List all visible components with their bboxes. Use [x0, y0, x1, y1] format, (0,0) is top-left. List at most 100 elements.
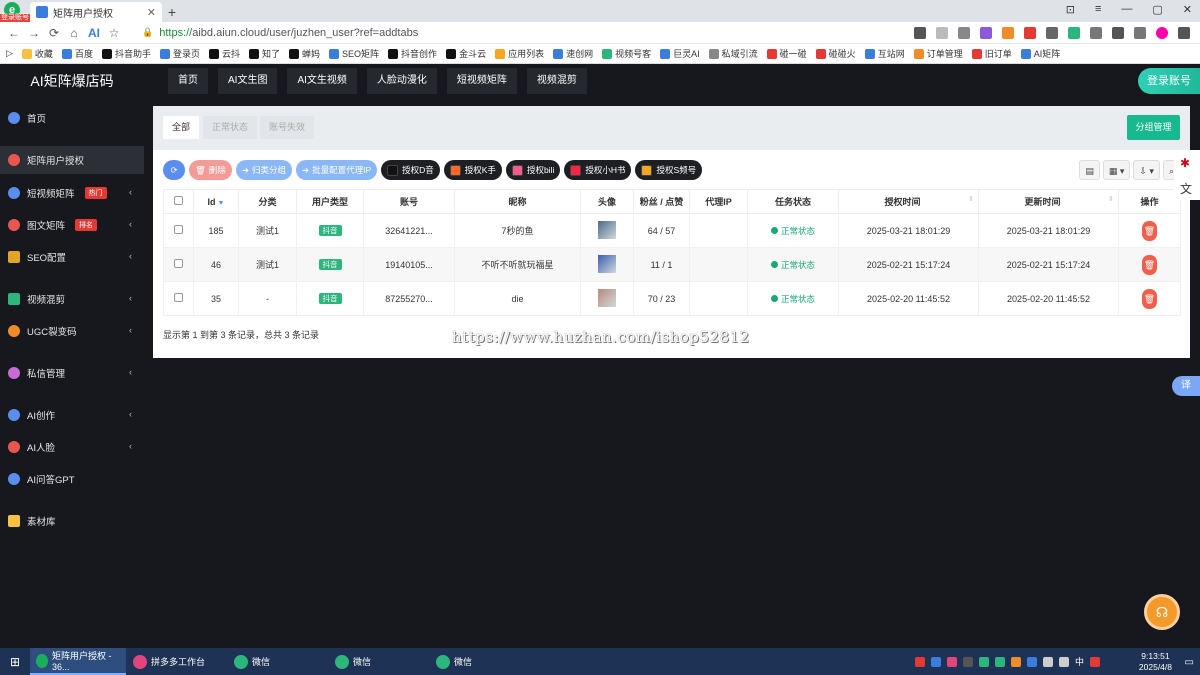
translate-button[interactable]: 译 — [1172, 376, 1200, 396]
row-checkbox[interactable] — [163, 247, 194, 282]
refresh-button[interactable]: ⟳ — [163, 160, 185, 180]
authorize-platform-button[interactable]: 授权S频号 — [635, 160, 703, 180]
clock[interactable]: 9:13:51 2025/4/8 — [1139, 651, 1172, 673]
bookmark-item[interactable]: 登录页 — [159, 47, 200, 60]
export-icon[interactable]: ⇩ ▾ — [1133, 160, 1160, 180]
bookmark-item[interactable]: 碰一碰 — [766, 47, 807, 60]
sidebar-toggle-icon[interactable]: ▷ — [6, 48, 13, 59]
reload-icon[interactable]: ⟳ — [46, 26, 62, 40]
tray-icon-7[interactable] — [1010, 656, 1021, 667]
sidebar-item[interactable]: AI人脸 ‹ — [0, 433, 144, 461]
ext-grid-icon[interactable] — [1046, 26, 1058, 39]
scissors-icon[interactable] — [958, 26, 970, 39]
login-button[interactable]: 登录账号 — [1138, 68, 1200, 94]
sogou-icon[interactable] — [1090, 656, 1100, 667]
col-id[interactable]: Id ▼ — [193, 189, 239, 214]
back-icon[interactable]: ← — [6, 26, 22, 40]
delete-row-button[interactable]: 🗑 — [1142, 220, 1157, 241]
download-icon[interactable] — [1112, 26, 1124, 39]
row-checkbox[interactable] — [163, 281, 194, 316]
more-icon[interactable] — [936, 26, 948, 39]
puzzle-icon[interactable] — [1090, 26, 1102, 39]
home-icon[interactable]: ⌂ — [66, 26, 82, 40]
bookmark-item[interactable]: 蝉妈 — [289, 47, 320, 60]
url-field[interactable]: 🔒 https:// aibd.aiun.cloud/user/juzhen_u… — [142, 27, 914, 39]
authorize-platform-button[interactable]: 授权K手 — [443, 160, 502, 180]
profile-icon[interactable] — [1156, 26, 1168, 39]
taskbar-app[interactable]: 矩阵用户授权 - 36... — [30, 648, 126, 675]
sidebar-item[interactable]: AI问答GPT — [0, 465, 144, 493]
bookmark-item[interactable]: 视频号客 — [602, 47, 651, 60]
top-nav-item[interactable]: AI文生视频 — [287, 68, 357, 94]
sidebar-item[interactable]: 视频混剪 ‹ — [0, 285, 144, 313]
avatar[interactable] — [598, 288, 616, 307]
bookmark-item[interactable]: 云抖 — [208, 47, 240, 60]
tray-icon-4[interactable] — [962, 656, 973, 667]
col-update-time[interactable]: 更新时间 ⇕ — [978, 189, 1119, 214]
bookmark-item[interactable]: 金斗云 — [446, 47, 486, 60]
grid-view-icon[interactable]: ▦ ▾ — [1102, 160, 1131, 180]
bookmark-item[interactable]: 百度 — [61, 47, 93, 60]
bookmark-item[interactable]: AI矩阵 — [1020, 47, 1060, 60]
network-icon[interactable] — [1042, 656, 1053, 667]
sidebar-item[interactable]: 素材库 — [0, 507, 144, 535]
minimize-icon[interactable]: — — [1121, 3, 1132, 16]
tray-icon-6[interactable] — [994, 656, 1005, 667]
notification-icon[interactable]: ▭ — [1185, 657, 1194, 668]
tray-icon-3[interactable] — [946, 656, 957, 667]
bluetooth-icon[interactable] — [1026, 656, 1037, 667]
wechat-tray-icon[interactable] — [978, 656, 989, 667]
new-tab-button[interactable]: + — [162, 2, 182, 22]
tab-normal[interactable]: 正常状态 — [203, 116, 258, 139]
sidebar-item[interactable]: UGC裂变码 ‹ — [0, 317, 144, 345]
tray-icon-2[interactable] — [930, 656, 941, 667]
bookmark-item[interactable]: 应用列表 — [495, 47, 544, 60]
classify-button[interactable]: ➜ 归类分组 — [235, 160, 292, 180]
bookmark-item[interactable]: 碰碰火 — [815, 47, 856, 60]
windows-start-icon[interactable]: ⊞ — [0, 655, 30, 669]
maximize-icon[interactable]: ▢ — [1152, 3, 1162, 16]
bookmark-item[interactable]: 收藏 — [21, 47, 53, 60]
lightning-icon[interactable] — [914, 26, 926, 39]
bookmark-item[interactable]: 私域引流 — [708, 47, 758, 60]
ext-orange-icon[interactable] — [1002, 26, 1014, 39]
browser-tab-active[interactable]: 矩阵用户授权 ✕ — [30, 2, 162, 22]
proxy-button[interactable]: ➜ 批量配置代理IP — [295, 160, 378, 180]
columns-toggle-icon[interactable]: ▤ — [1079, 160, 1100, 180]
col-auth-time[interactable]: 授权时间 ⇕ — [838, 189, 979, 214]
top-nav-item[interactable]: 人脸动漫化 — [366, 68, 437, 94]
top-nav-item[interactable]: AI文生图 — [218, 68, 278, 94]
top-nav-item[interactable]: 首页 — [168, 68, 208, 94]
forward-icon[interactable]: → — [26, 26, 42, 40]
delete-button[interactable]: 🗑 删除 — [189, 160, 232, 180]
volume-icon[interactable] — [1058, 656, 1069, 667]
tab-all[interactable]: 全部 — [163, 116, 200, 139]
ext-purple-icon[interactable] — [980, 26, 992, 39]
bookmark-item[interactable]: 抖音助手 — [101, 47, 151, 60]
close-window-icon[interactable]: ✕ — [1183, 3, 1192, 16]
tab-close-icon[interactable]: ✕ — [147, 6, 156, 19]
select-all-checkbox[interactable] — [163, 189, 194, 214]
customer-support-icon[interactable]: ☊ — [1144, 594, 1180, 630]
bookmark-item[interactable]: 订单管理 — [913, 47, 963, 60]
share-icon[interactable]: ✱ — [1180, 156, 1190, 170]
input-lang[interactable]: 中 — [1075, 655, 1084, 668]
bookmark-item[interactable]: 互站网 — [864, 47, 905, 60]
sidebar-item[interactable]: 矩阵用户授权 — [0, 146, 144, 174]
taskbar-app[interactable]: 微信 — [228, 648, 328, 675]
sidebar-item[interactable]: SEO配置 ‹ — [0, 243, 144, 271]
bookmark-item[interactable]: 巨灵AI — [660, 47, 700, 60]
sidebar-item[interactable]: AI创作 ‹ — [0, 401, 144, 429]
ai-icon[interactable]: AI — [86, 26, 102, 40]
table-row[interactable]: 35- 抖音 87255270... die 70 / 23 正常状态 2025-02-20… — [163, 281, 1181, 316]
menu-icon[interactable]: ≡ — [1095, 3, 1101, 16]
sidebar-item[interactable]: 首页 — [0, 104, 144, 132]
tab-invalid[interactable]: 账号失效 — [260, 116, 315, 139]
undo-icon[interactable] — [1134, 26, 1146, 39]
bookmark-item[interactable]: 知了 — [249, 47, 280, 60]
sidebar-item[interactable]: 私信管理 ‹ — [0, 359, 144, 387]
table-row[interactable]: 185 测试1 抖音 32641221... 7秒的鱼 64 / 57 正常状态 2025-0… — [163, 213, 1181, 248]
browser-menu-icon[interactable] — [1178, 26, 1190, 39]
ext-red-icon[interactable] — [1024, 26, 1036, 39]
bookmark-item[interactable]: 旧订单 — [971, 47, 1012, 60]
